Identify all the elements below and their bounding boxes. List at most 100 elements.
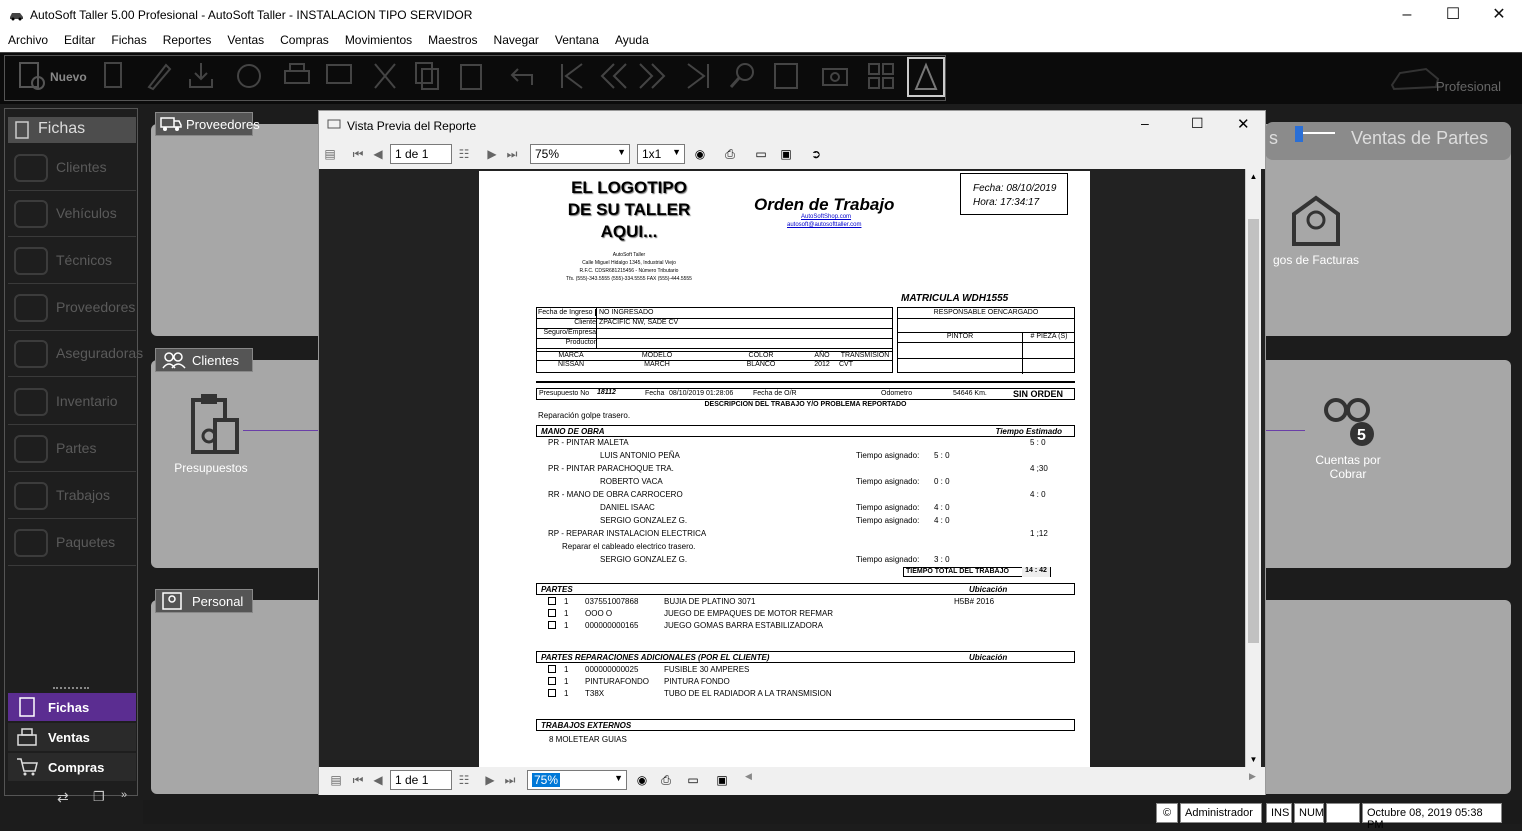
pagos-facturas-shortcut[interactable]: gos de Facturas	[1261, 192, 1371, 267]
scroll-left-icon[interactable]: ◀	[745, 771, 752, 782]
goto-page-icon[interactable]: ☷	[455, 771, 473, 789]
undo-icon[interactable]	[506, 59, 536, 93]
menu-archivo[interactable]: Archivo	[0, 30, 56, 52]
sidebar-item-partes[interactable]: Partes	[8, 426, 136, 472]
menu-movimientos[interactable]: Movimientos	[337, 30, 420, 52]
scroll-up-icon[interactable]: ▲	[1246, 169, 1261, 185]
logo-button[interactable]	[907, 57, 945, 97]
first-page-icon[interactable]: ⏮	[349, 771, 367, 789]
close-button[interactable]: ✕	[1476, 0, 1522, 30]
export-icon[interactable]: ▭	[681, 771, 705, 789]
page-number-field[interactable]: 1 de 1	[390, 770, 452, 790]
bottom-nav-compras[interactable]: Compras	[8, 753, 136, 781]
splitter-handle[interactable]	[53, 687, 89, 690]
goto-page-icon[interactable]: ☷	[455, 145, 473, 163]
zoom-select[interactable]: 75% ▼	[530, 144, 630, 164]
swap-icon[interactable]: ⇄	[57, 789, 69, 806]
vertical-scrollbar[interactable]: ▲ ▼	[1245, 169, 1261, 769]
page-setup-icon[interactable]: ▣	[777, 145, 795, 163]
next-record-icon[interactable]	[638, 59, 668, 93]
copy-icon[interactable]	[412, 59, 442, 93]
chevron-down-icon[interactable]: »	[121, 789, 127, 801]
save-icon[interactable]	[186, 59, 216, 93]
refresh-icon[interactable]	[234, 59, 264, 93]
sidebar-item-tecnicos[interactable]: Técnicos	[8, 238, 136, 284]
search-icon[interactable]	[728, 59, 758, 93]
sidebar-item-inventario[interactable]: Inventario	[8, 379, 136, 425]
new-icon[interactable]	[16, 59, 46, 93]
sidebar-item-clientes[interactable]: Clientes	[8, 145, 136, 191]
next-page-icon[interactable]: ▶	[481, 771, 499, 789]
next-page-icon[interactable]: ▶	[483, 145, 501, 163]
page-number-field[interactable]: 1 de 1	[390, 144, 452, 164]
menu-ventas[interactable]: Ventas	[219, 30, 272, 52]
thumbnails-icon[interactable]: ▤	[321, 145, 339, 163]
first-record-icon[interactable]	[556, 59, 586, 93]
list-icon[interactable]	[772, 59, 802, 93]
layout-select[interactable]: 1x1 ▼	[637, 144, 685, 164]
personal-tab[interactable]: Personal	[155, 589, 253, 613]
delete-icon[interactable]	[100, 59, 130, 93]
proveedores-tab[interactable]: Proveedores	[155, 112, 260, 136]
preview-maximize-button[interactable]: ☐	[1191, 115, 1204, 132]
presupuestos-shortcut[interactable]: Presupuestos	[171, 392, 251, 492]
part-qty: 1	[564, 621, 569, 630]
bottom-nav-fichas[interactable]: Fichas	[8, 693, 136, 721]
sidebar-item-aseguradoras[interactable]: Aseguradoras	[8, 331, 143, 377]
veh-header: MODELO	[641, 352, 673, 359]
print-icon[interactable]: ⎙	[657, 771, 675, 789]
scroll-right-icon[interactable]: ▶	[1249, 771, 1256, 782]
scroll-thumb[interactable]	[1248, 219, 1259, 643]
menu-ayuda[interactable]: Ayuda	[607, 30, 657, 52]
edit-icon[interactable]	[144, 59, 174, 93]
thumbnails-icon[interactable]: ▤	[327, 771, 345, 789]
menu-editar[interactable]: Editar	[56, 30, 103, 52]
preview-icon[interactable]	[324, 59, 354, 93]
print-icon[interactable]: ⎙	[721, 145, 739, 163]
binoculars-icon[interactable]: ◉	[633, 771, 651, 789]
sidebar-item-proveedores[interactable]: Proveedores	[8, 285, 136, 331]
last-page-icon[interactable]: ⏭	[501, 771, 519, 789]
sidebar-item-paquetes[interactable]: Paquetes	[8, 520, 136, 566]
cuentas-cobrar-shortcut[interactable]: 5 Cuentas por Cobrar	[1303, 396, 1393, 481]
zoom-select[interactable]: 75% ▼	[527, 770, 627, 790]
label: PINTOR	[946, 333, 974, 340]
matricula: MATRICULA WDH1555	[901, 293, 1009, 304]
first-page-icon[interactable]: ⏮	[349, 145, 367, 163]
export-icon[interactable]: ▭	[749, 145, 773, 163]
prev-page-icon[interactable]: ◀	[369, 771, 387, 789]
menu-compras[interactable]: Compras	[272, 30, 337, 52]
menu-navegar[interactable]: Navegar	[486, 30, 547, 52]
new-label[interactable]: Nuevo	[50, 70, 87, 84]
cut-icon[interactable]	[370, 59, 400, 93]
page-setup-icon[interactable]: ▣	[713, 771, 731, 789]
camera-icon[interactable]	[820, 59, 850, 93]
minimize-button[interactable]: –	[1384, 0, 1430, 30]
last-page-icon[interactable]: ⏭	[503, 145, 521, 163]
last-record-icon[interactable]	[684, 59, 714, 93]
sidebar-item-vehiculos[interactable]: Vehículos	[8, 191, 136, 237]
paste-icon[interactable]	[456, 59, 486, 93]
binoculars-icon[interactable]: ◉	[691, 145, 709, 163]
slider-thumb[interactable]	[1295, 126, 1303, 142]
menu-ventana[interactable]: Ventana	[547, 30, 607, 52]
preview-minimize-button[interactable]: –	[1141, 115, 1149, 131]
menu-reportes[interactable]: Reportes	[155, 30, 220, 52]
sidebar-item-label: Partes	[56, 440, 97, 456]
exit-icon[interactable]: ➲	[807, 145, 825, 163]
app-car-icon	[10, 13, 23, 21]
grid-icon[interactable]	[866, 59, 896, 93]
window-icon[interactable]: ❐	[93, 789, 105, 805]
part-checkbox	[548, 665, 556, 673]
prev-page-icon[interactable]: ◀	[369, 145, 387, 163]
clientes-tab[interactable]: Clientes	[155, 348, 253, 372]
maximize-button[interactable]: ☐	[1430, 0, 1476, 30]
scroll-down-icon[interactable]: ▼	[1246, 752, 1261, 768]
menu-fichas[interactable]: Fichas	[103, 30, 154, 52]
preview-close-button[interactable]: ✕	[1237, 115, 1250, 133]
prev-record-icon[interactable]	[598, 59, 628, 93]
sidebar-item-trabajos[interactable]: Trabajos	[8, 473, 136, 519]
print-icon[interactable]	[282, 59, 312, 93]
menu-maestros[interactable]: Maestros	[420, 30, 485, 52]
bottom-nav-ventas[interactable]: Ventas	[8, 723, 136, 751]
